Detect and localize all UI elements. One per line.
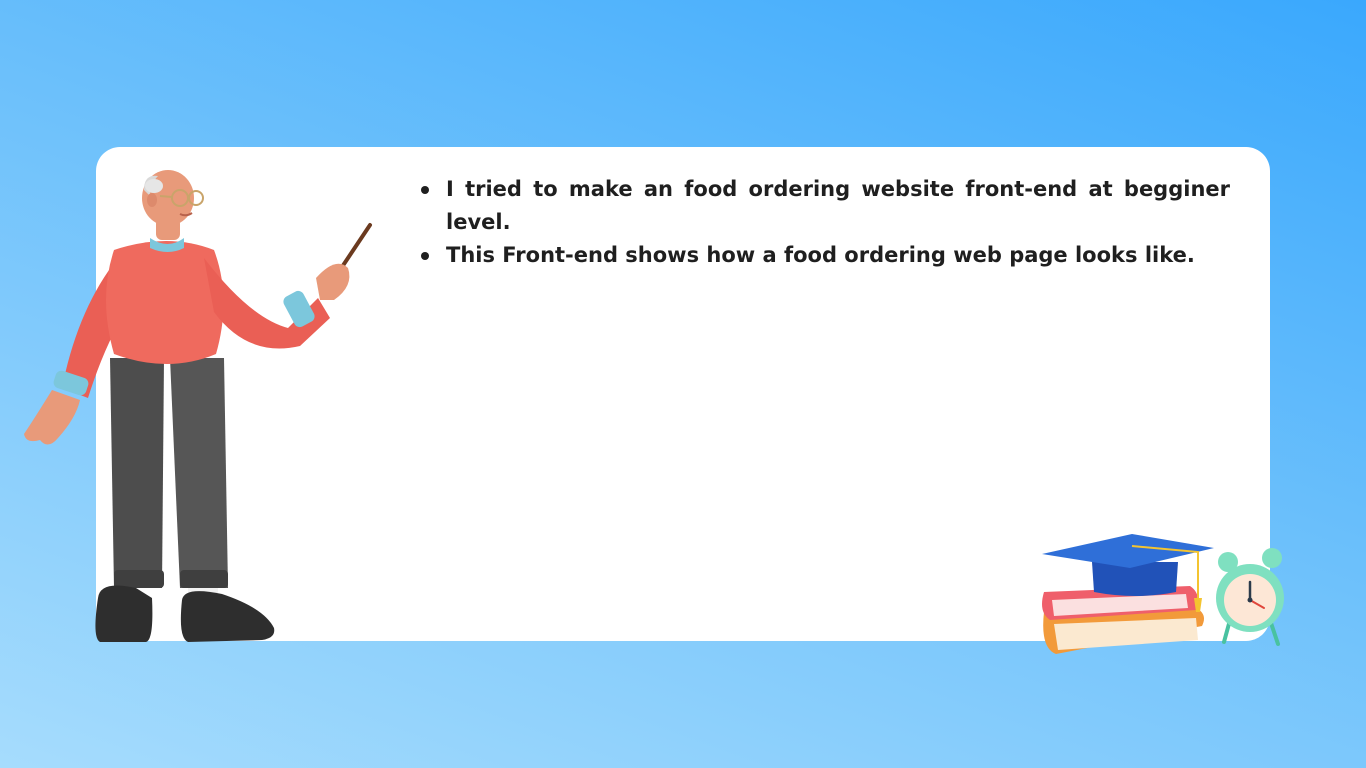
graduation-books-clock-icon xyxy=(1042,534,1284,654)
bullet-list: I tried to make an food ordering website… xyxy=(418,173,1230,272)
bullet-text: This Front-end shows how a food ordering… xyxy=(446,243,1195,267)
bullet-text: I tried to make an food ordering website… xyxy=(446,177,1230,234)
slide: I tried to make an food ordering website… xyxy=(0,0,1366,768)
bullet-dot-icon xyxy=(421,252,429,260)
bullet-item: I tried to make an food ordering website… xyxy=(418,173,1230,239)
teacher-with-pointer-icon xyxy=(24,170,372,642)
bullet-dot-icon xyxy=(421,186,429,194)
bullet-item: This Front-end shows how a food ordering… xyxy=(418,239,1230,272)
